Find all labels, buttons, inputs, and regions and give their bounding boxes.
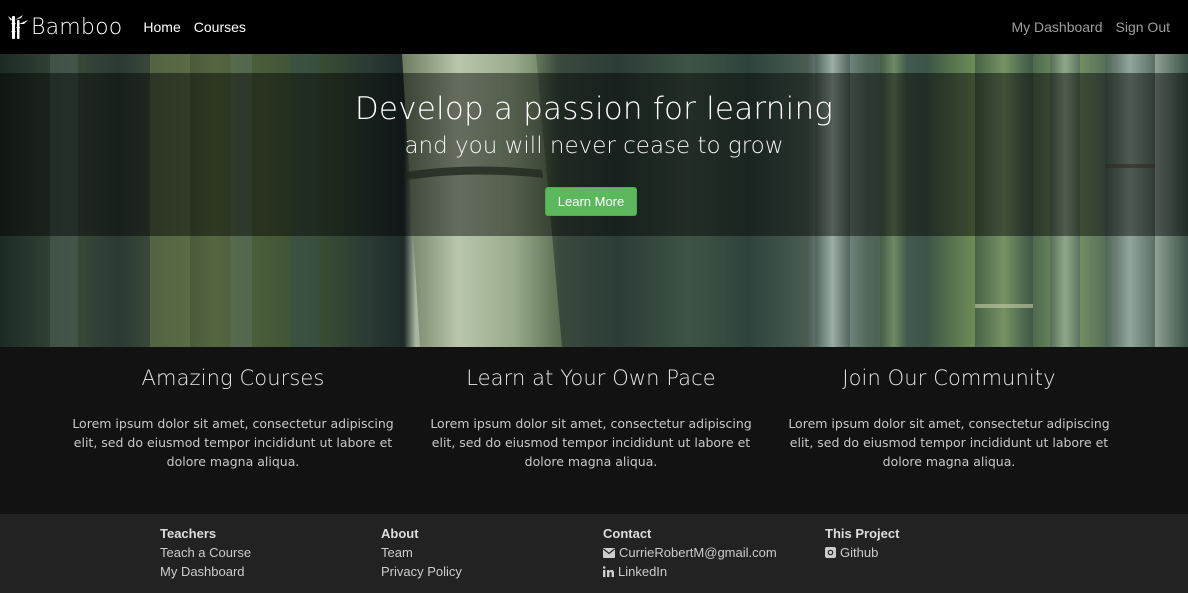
navbar: Bamboo Home Courses My Dashboard Sign Ou… [0, 0, 1188, 54]
nav-dashboard-link[interactable]: My Dashboard [1011, 19, 1102, 35]
github-link[interactable]: Github [825, 543, 899, 562]
footer-dashboard-link[interactable]: My Dashboard [160, 562, 251, 581]
footer-contact: Contact CurrieRobertM@gmail.com LinkedIn [603, 524, 777, 581]
teach-course-link[interactable]: Teach a Course [160, 543, 251, 562]
footer-teachers: Teachers Teach a Course My Dashboard [160, 524, 251, 581]
envelope-icon [603, 547, 615, 558]
nav-courses-link[interactable]: Courses [194, 19, 246, 35]
email-link[interactable]: CurrieRobertM@gmail.com [603, 543, 777, 562]
footer-heading-about: About [381, 526, 419, 541]
hero-title: Develop a passion for learning [354, 91, 834, 127]
hero-banner: Develop a passion for learning and you w… [0, 54, 1188, 347]
hero-subtitle: and you will never cease to grow [404, 133, 784, 159]
nav-home-link[interactable]: Home [143, 19, 180, 35]
feature-title: Join Our Community [842, 366, 1056, 390]
nav-right: My Dashboard Sign Out [998, 19, 1170, 35]
github-text: Github [840, 545, 879, 560]
feature-amazing-courses: Amazing Courses Lorem ipsum dolor sit am… [68, 347, 398, 471]
github-icon [825, 547, 836, 558]
footer-heading-teachers: Teachers [160, 526, 217, 541]
feature-text: Lorem ipsum dolor sit amet, consectetur … [788, 416, 1110, 469]
feature-title: Amazing Courses [141, 366, 325, 390]
linkedin-text: LinkedIn [618, 564, 668, 579]
linkedin-link[interactable]: LinkedIn [603, 562, 777, 581]
nav-signout-link[interactable]: Sign Out [1116, 19, 1170, 35]
team-link[interactable]: Team [381, 543, 462, 562]
learn-more-button[interactable]: Learn More [545, 187, 637, 216]
brand-link[interactable]: Bamboo [8, 14, 122, 40]
brand-name: Bamboo [31, 14, 123, 40]
feature-text: Lorem ipsum dolor sit amet, consectetur … [72, 416, 394, 469]
footer: Teachers Teach a Course My Dashboard Abo… [0, 514, 1188, 593]
feature-community: Join Our Community Lorem ipsum dolor sit… [784, 347, 1114, 471]
feature-title: Learn at Your Own Pace [466, 366, 716, 390]
linkedin-icon [603, 566, 614, 577]
footer-heading-contact: Contact [603, 526, 652, 541]
nav-left: Home Courses [143, 19, 259, 35]
footer-about: About Team Privacy Policy [381, 524, 462, 581]
privacy-policy-link[interactable]: Privacy Policy [381, 562, 462, 581]
feature-text: Lorem ipsum dolor sit amet, consectetur … [430, 416, 752, 469]
feature-own-pace: Learn at Your Own Pace Lorem ipsum dolor… [426, 347, 756, 471]
email-text: CurrieRobertM@gmail.com [619, 545, 777, 560]
bamboo-logo-icon [8, 15, 28, 39]
features-section: Amazing Courses Lorem ipsum dolor sit am… [0, 347, 1188, 514]
footer-heading-project: This Project [825, 526, 900, 541]
footer-project: This Project Github [825, 524, 899, 562]
